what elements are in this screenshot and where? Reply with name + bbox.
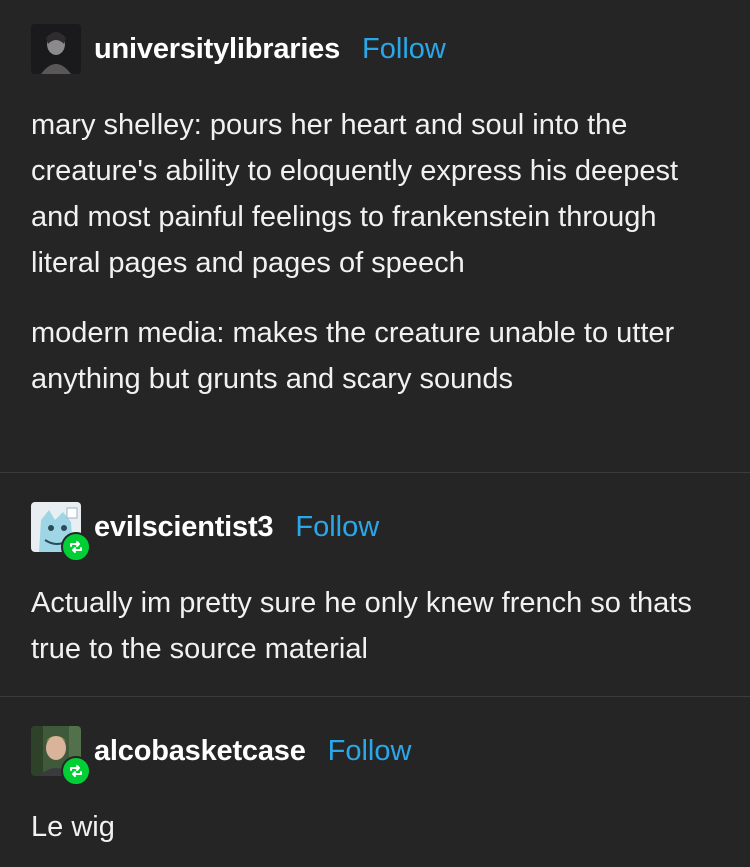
- avatar[interactable]: [31, 502, 91, 562]
- reblog-icon: [70, 541, 82, 553]
- post-paragraph: Le wig: [31, 811, 115, 843]
- reblog-badge: [61, 756, 91, 786]
- avatar-image: [31, 24, 81, 74]
- post-content: Actually im pretty sure he only knew fre…: [31, 580, 720, 672]
- post-header: evilscientist3 Follow: [31, 502, 379, 562]
- follow-button[interactable]: Follow: [362, 33, 446, 66]
- post-header: universitylibraries Follow: [31, 24, 446, 74]
- avatar[interactable]: [31, 726, 91, 786]
- post-header: alcobasketcase Follow: [31, 726, 412, 786]
- username[interactable]: universitylibraries: [94, 33, 340, 66]
- post-content: Le wig: [31, 804, 720, 850]
- avatar[interactable]: [31, 24, 81, 74]
- follow-button[interactable]: Follow: [295, 511, 379, 544]
- post-paragraph: mary shelley: pours her heart and soul i…: [31, 109, 679, 279]
- username[interactable]: alcobasketcase: [94, 735, 306, 768]
- username[interactable]: evilscientist3: [94, 511, 274, 544]
- follow-button[interactable]: Follow: [328, 735, 412, 768]
- post-content: mary shelley: pours her heart and soul i…: [31, 102, 720, 402]
- post-paragraph: Actually im pretty sure he only knew fre…: [31, 587, 692, 665]
- divider: [0, 472, 750, 473]
- divider: [0, 696, 750, 697]
- reblog-icon: [70, 765, 82, 777]
- post-paragraph: modern media: makes the creature unable …: [31, 317, 675, 395]
- reblog-badge: [61, 532, 91, 562]
